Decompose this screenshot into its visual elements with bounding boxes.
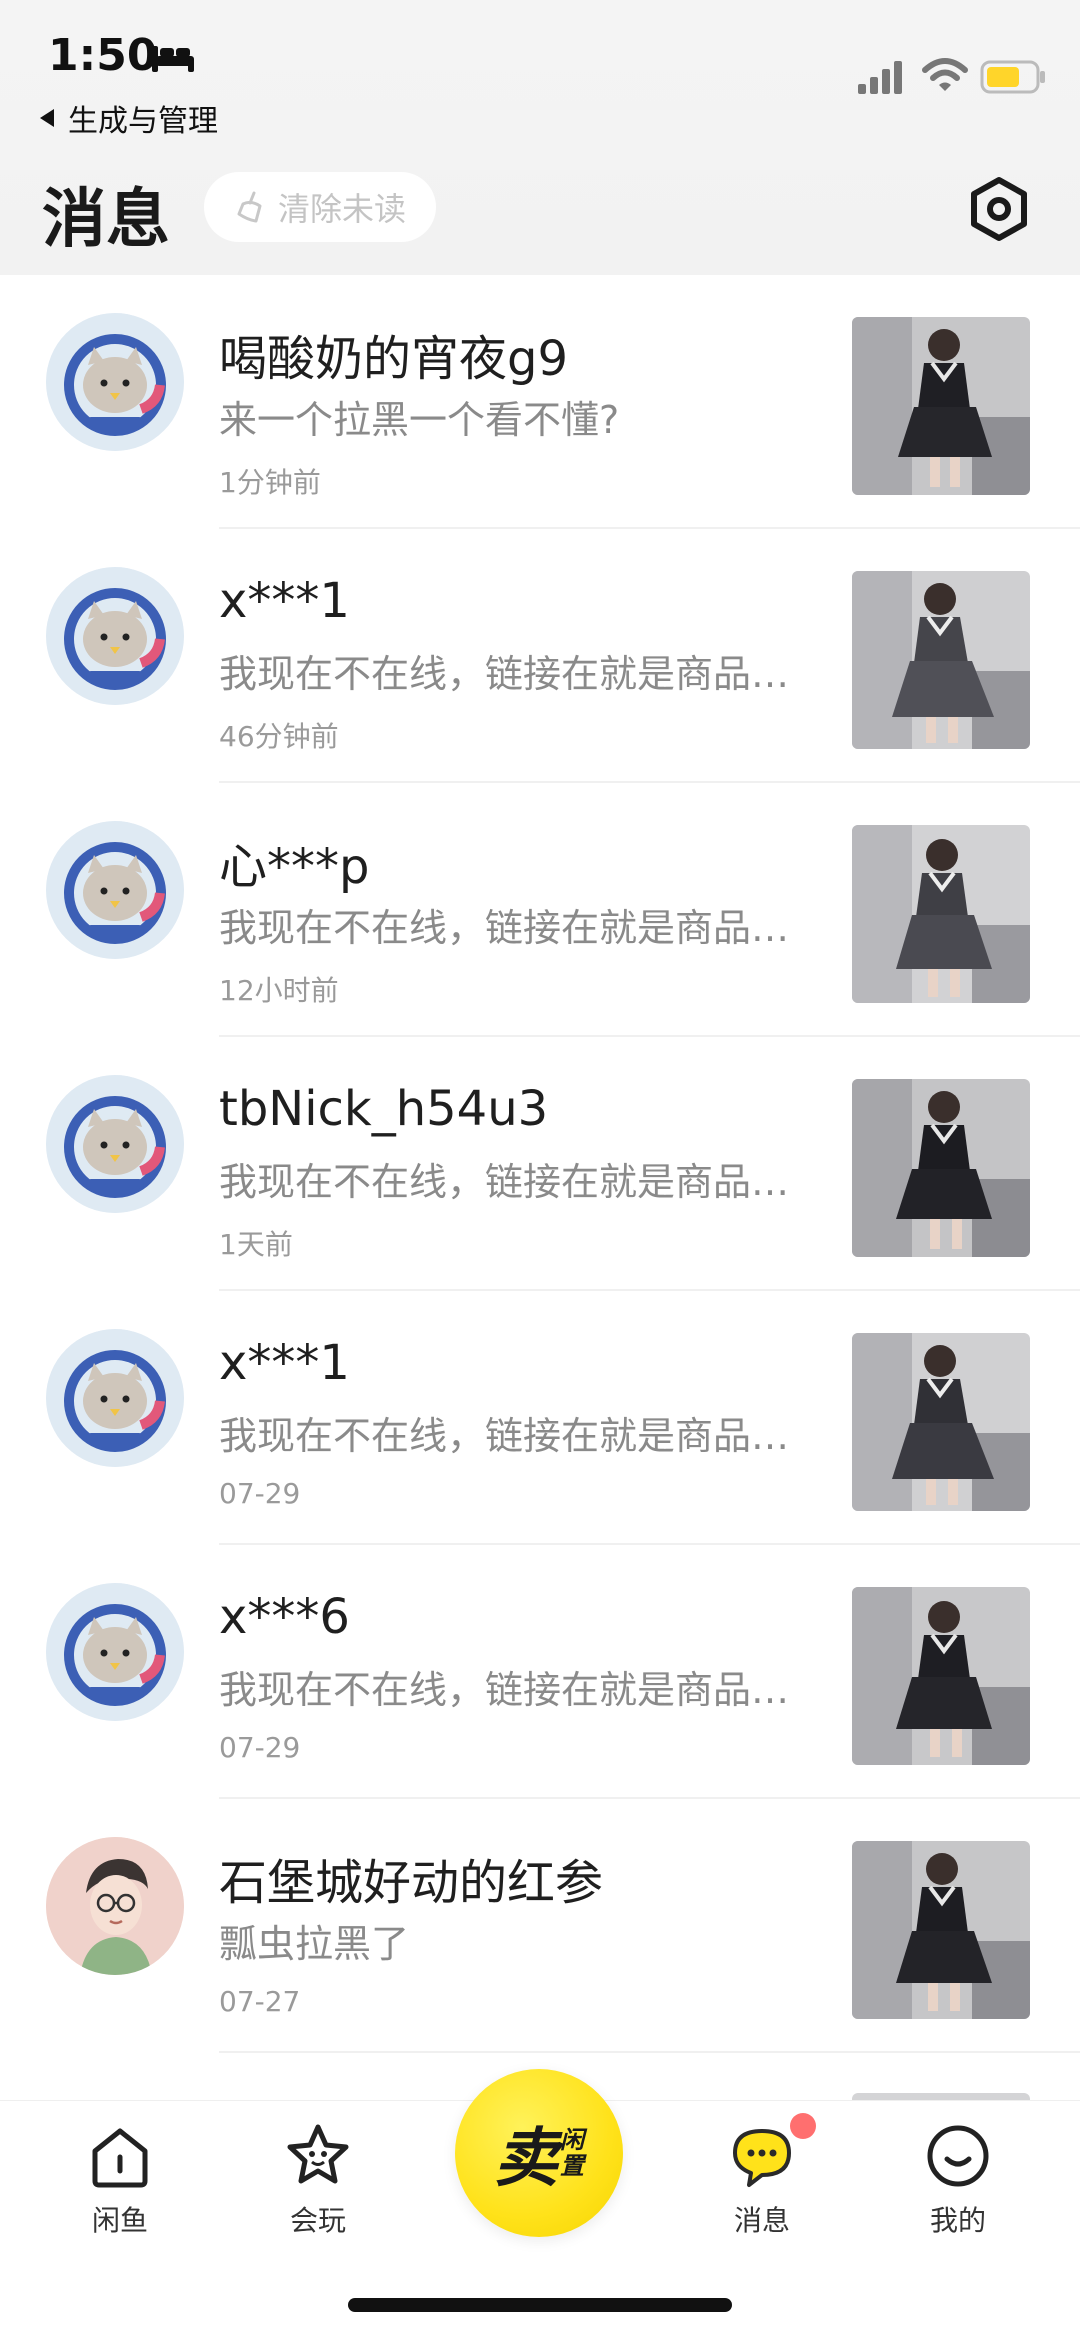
conversation-time: 1天前 [219, 1228, 293, 1261]
avatar[interactable] [46, 313, 184, 451]
conversation-row[interactable]: 石堡城好动的红参 瓢虫拉黑了 07-27 [0, 1799, 1080, 2053]
conversation-time: 07-27 [219, 1985, 301, 2018]
conversation-row[interactable]: x***1 我现在不在线，链接在就是商品还在，可以直接拍下哦 07-29 [0, 1291, 1080, 1545]
sell-sub-label: 闲 置 [560, 2127, 584, 2179]
conversation-preview: 瓢虫拉黑了 [219, 1922, 410, 1966]
tab-play[interactable]: 会玩 [248, 2121, 388, 2239]
sell-main-label: 卖 [494, 2122, 558, 2196]
back-link[interactable]: 生成与管理 [36, 96, 218, 140]
unread-badge [790, 2113, 816, 2139]
conversation-time: 46分钟前 [219, 720, 339, 753]
conversation-row[interactable]: tbNick_h54u3 我现在不在线，链接在就是商品还在，可以直接拍下哦 1天… [0, 1037, 1080, 1291]
back-arrow-icon [40, 109, 54, 127]
status-time: 1:50 [48, 30, 158, 81]
wifi-icon [922, 58, 968, 91]
sell-sub-label-1: 闲 [560, 2126, 584, 2154]
clear-unread-label: 清除未读 [277, 190, 406, 228]
tab-home[interactable]: 闲鱼 [50, 2121, 190, 2239]
conversation-name: 石堡城好动的红参 [219, 1855, 604, 1911]
tab-mine-label: 我的 [929, 2204, 986, 2237]
conversation-preview: 我现在不在线，链接在就是商品还在，可以直接拍下哦 [219, 1668, 825, 1712]
tab-messages-label: 消息 [733, 2204, 790, 2237]
product-thumbnail[interactable] [852, 1587, 1030, 1765]
product-thumbnail[interactable] [852, 1333, 1030, 1511]
product-thumbnail[interactable] [852, 1841, 1030, 2019]
product-thumbnail[interactable] [852, 571, 1030, 749]
conversation-time: 07-29 [219, 1731, 301, 1764]
chat-bubble-icon [733, 2129, 791, 2187]
bed-icon [152, 46, 194, 72]
product-thumbnail[interactable] [852, 317, 1030, 495]
conversation-preview: 我现在不在线，链接在就是商品还在，可以直接拍下哦 [219, 906, 825, 950]
home-indicator [348, 2298, 732, 2312]
signal-icon [858, 61, 902, 94]
conversation-row[interactable]: x***1 我现在不在线，链接在就是商品还在，可以直接拍下哦 46分钟前 [0, 529, 1080, 783]
avatar[interactable] [46, 1583, 184, 1721]
settings-icon[interactable] [966, 176, 1032, 242]
home-icon [92, 2128, 148, 2188]
conversation-name: 心***p [219, 839, 370, 895]
avatar[interactable] [46, 567, 184, 705]
conversation-list: 喝酸奶的宵夜g9 来一个拉黑一个看不懂? 1分钟前 x***1 我现在不在线，链… [0, 275, 1080, 2113]
product-thumbnail[interactable] [852, 1079, 1030, 1257]
tab-home-label: 闲鱼 [91, 2204, 148, 2237]
conversation-preview: 我现在不在线，链接在就是商品还在，可以直接拍下哦 [219, 1414, 825, 1458]
conversation-name: x***6 [219, 1589, 350, 1645]
conversation-name: x***1 [219, 1335, 350, 1391]
conversation-time: 07-29 [219, 1477, 301, 1510]
star-face-icon [287, 2124, 349, 2184]
conversation-time: 12小时前 [219, 974, 339, 1007]
avatar[interactable] [46, 821, 184, 959]
tab-play-label: 会玩 [289, 2204, 346, 2237]
avatar[interactable] [46, 1075, 184, 1213]
conversation-name: 喝酸奶的宵夜g9 [219, 331, 569, 387]
clear-unread-button[interactable]: 清除未读 [204, 172, 436, 242]
sell-button[interactable]: 卖 闲 置 [455, 2069, 623, 2237]
conversation-row[interactable]: 心***p 我现在不在线，链接在就是商品还在，可以直接拍下哦 12小时前 [0, 783, 1080, 1037]
conversation-name: x***1 [219, 573, 350, 629]
battery-icon [980, 60, 1045, 94]
broom-icon [237, 191, 262, 223]
conversation-row[interactable]: x***6 我现在不在线，链接在就是商品还在，可以直接拍下哦 07-29 [0, 1545, 1080, 1799]
sell-sub-label-2: 置 [560, 2152, 584, 2180]
tab-mine[interactable]: 我的 [888, 2121, 1028, 2239]
back-label: 生成与管理 [68, 104, 218, 139]
conversation-name: tbNick_h54u3 [219, 1081, 549, 1137]
smile-icon [927, 2125, 989, 2187]
header-area: 1:50 生成与管理 消息 清除未读 [0, 0, 1080, 275]
avatar[interactable] [46, 1329, 184, 1467]
conversation-row[interactable]: 喝酸奶的宵夜g9 来一个拉黑一个看不懂? 1分钟前 [0, 275, 1080, 529]
conversation-time: 1分钟前 [219, 466, 321, 499]
conversation-preview: 我现在不在线，链接在就是商品还在，可以直接拍下哦 [219, 1160, 825, 1204]
tab-messages[interactable]: 消息 [692, 2121, 832, 2239]
conversation-preview: 我现在不在线，链接在就是商品还在，可以直接拍下哦 [219, 652, 825, 696]
page-title: 消息 [42, 183, 170, 257]
product-thumbnail[interactable] [852, 825, 1030, 1003]
conversation-preview: 来一个拉黑一个看不懂? [219, 398, 620, 442]
avatar[interactable] [46, 1837, 184, 1975]
